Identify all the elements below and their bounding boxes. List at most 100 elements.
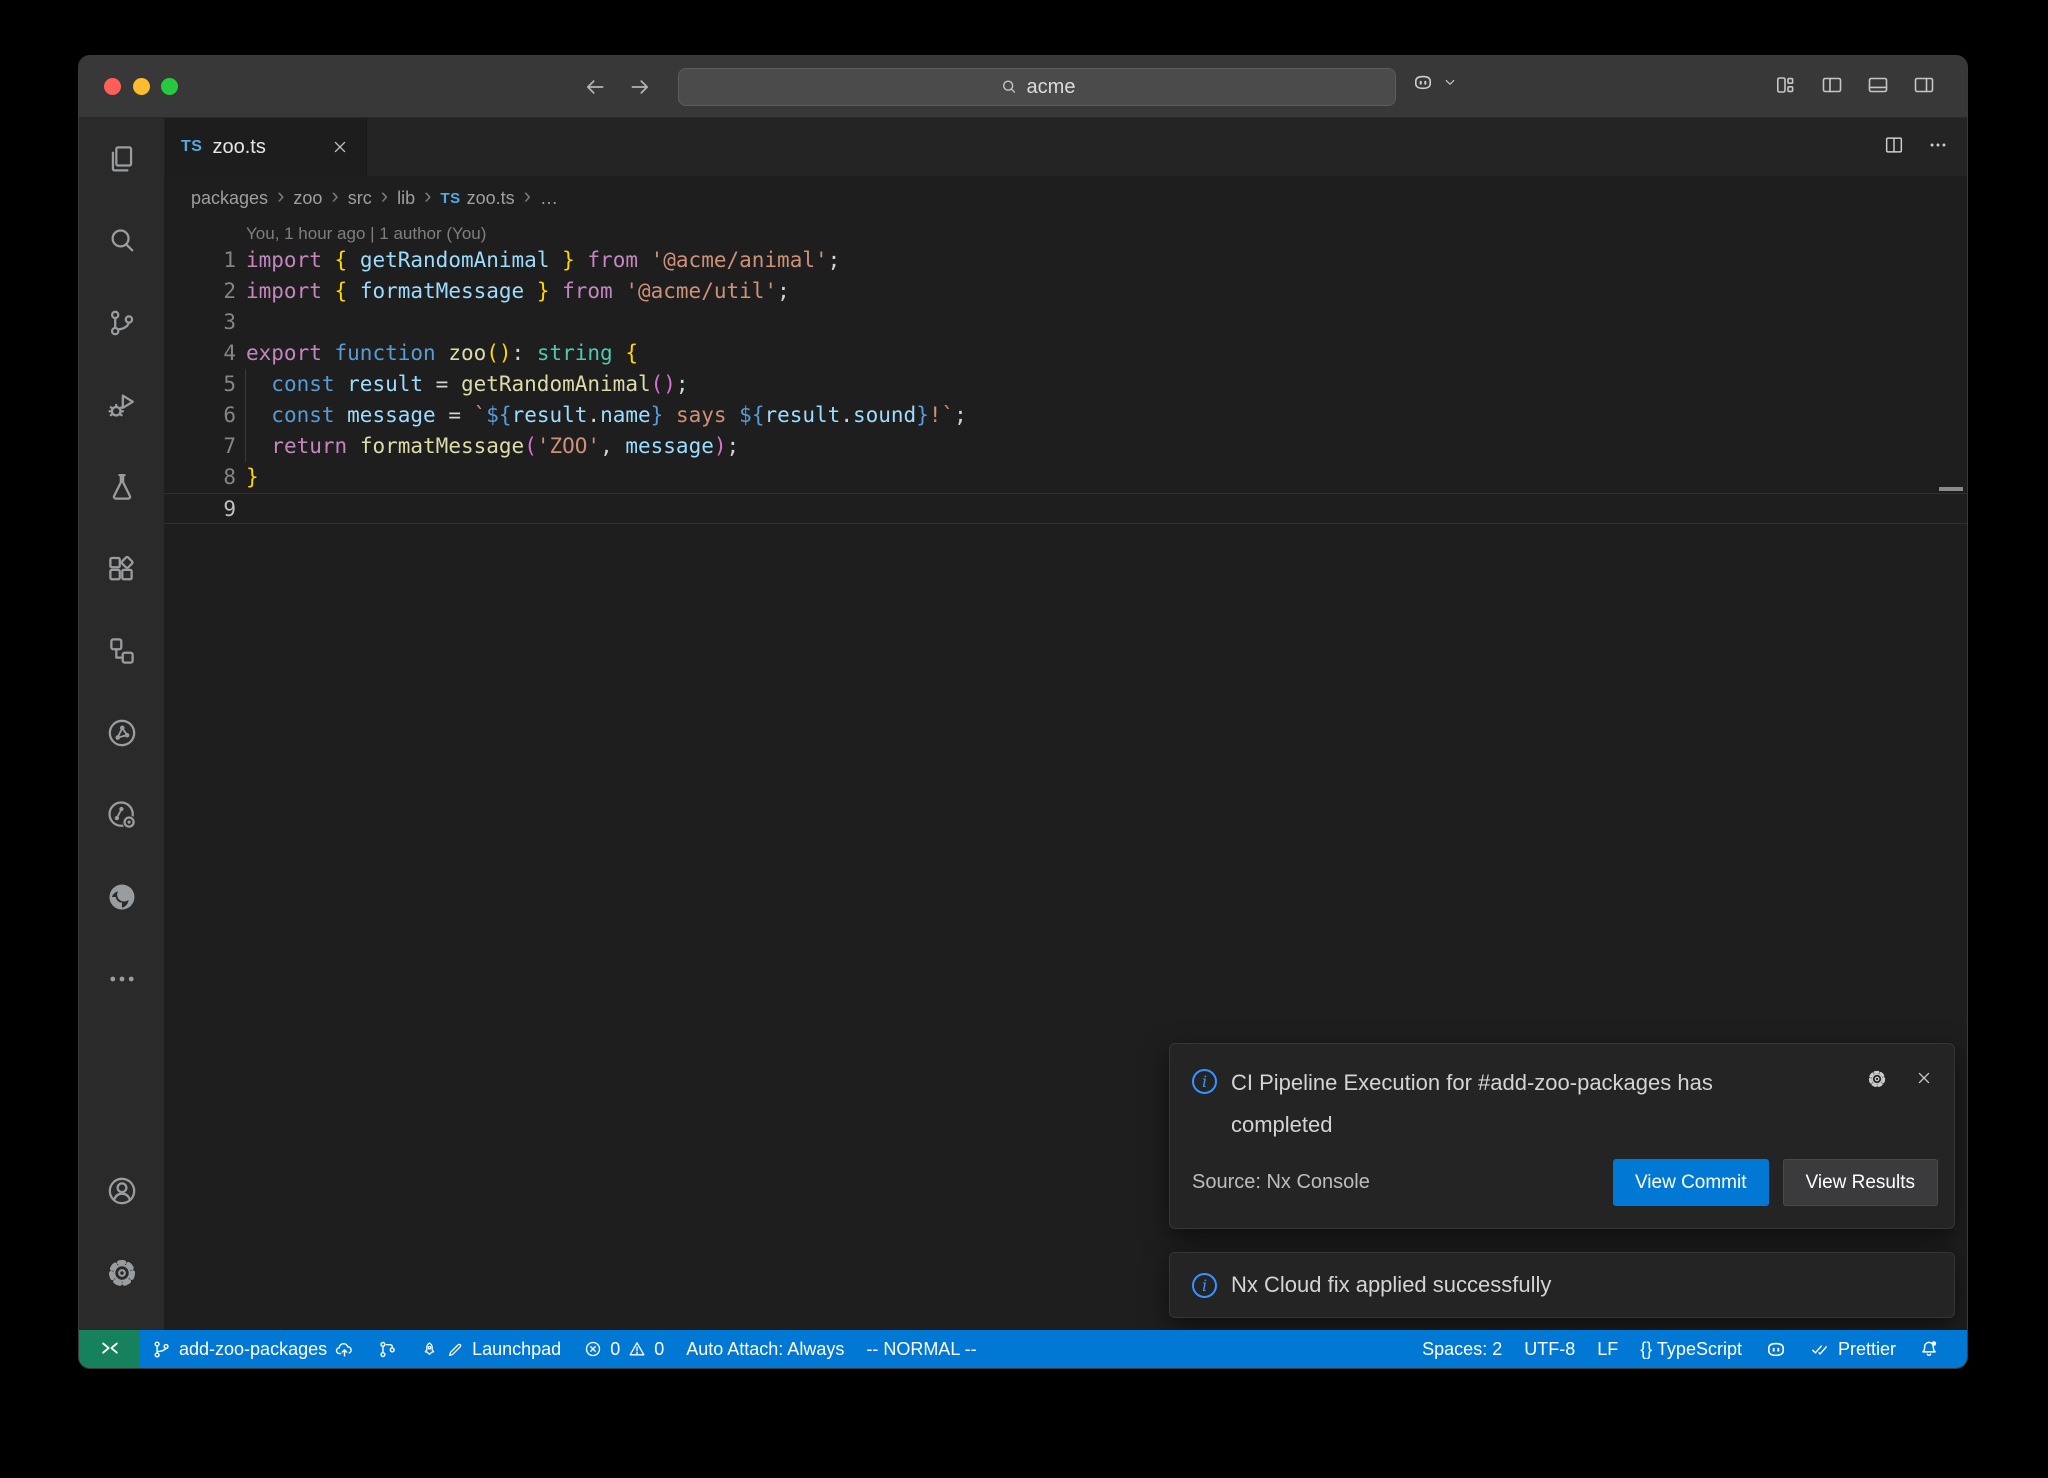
code-line-3[interactable]: 3 xyxy=(164,307,1967,338)
copilot-menu-button[interactable] xyxy=(1411,70,1459,99)
status-vim-mode-label: -- NORMAL -- xyxy=(866,1339,976,1360)
code-line-9[interactable]: 9 xyxy=(164,493,1967,524)
minimize-window-button[interactable] xyxy=(133,78,150,95)
notification-ci-pipeline: i CI Pipeline Execution for #add-zoo-pac… xyxy=(1169,1043,1955,1229)
search-value: acme xyxy=(1027,76,1076,99)
bell-dot-icon xyxy=(1918,1338,1940,1360)
view-commit-button[interactable]: View Commit xyxy=(1613,1159,1769,1206)
notification-source: Source: Nx Console xyxy=(1192,1171,1370,1194)
more-actions-button[interactable] xyxy=(1927,134,1949,161)
breadcrumb-item-lib[interactable]: lib xyxy=(397,188,415,209)
indent-guide xyxy=(245,369,246,462)
activity-item-settings[interactable] xyxy=(79,1232,164,1314)
notification-close-icon[interactable] xyxy=(1914,1068,1934,1095)
status-prettier-label: Prettier xyxy=(1838,1339,1896,1360)
status-problems-label: 0 xyxy=(610,1339,620,1360)
nx-circle-icon xyxy=(105,716,139,750)
toggle-primary-sidebar-button[interactable] xyxy=(1819,72,1845,98)
code-line-6[interactable]: 6 const message = `${result.name} says $… xyxy=(164,400,1967,431)
status-auto-attach[interactable]: Auto Attach: Always xyxy=(675,1330,855,1368)
activity-item-edge-tools[interactable] xyxy=(79,856,164,938)
activity-item-extensions[interactable] xyxy=(79,528,164,610)
split-editor-button[interactable] xyxy=(1883,134,1905,161)
activity-item-nx-console[interactable] xyxy=(79,692,164,774)
code-text: } xyxy=(246,462,259,493)
status-vim-mode[interactable]: -- NORMAL -- xyxy=(855,1330,987,1368)
command-center-search[interactable]: acme xyxy=(678,68,1396,106)
breadcrumb-label: src xyxy=(348,188,372,209)
status-indentation[interactable]: Spaces: 2 xyxy=(1411,1330,1513,1368)
warning-icon xyxy=(627,1339,647,1359)
activity-item-nx-cloud[interactable] xyxy=(79,774,164,856)
activity-item-accounts[interactable] xyxy=(79,1150,164,1232)
zoom-window-button[interactable] xyxy=(161,78,178,95)
edge-icon xyxy=(105,880,139,914)
close-window-button[interactable] xyxy=(104,78,121,95)
double-check-icon xyxy=(1810,1339,1831,1360)
activity-item-source-control[interactable] xyxy=(79,282,164,364)
status-eol[interactable]: LF xyxy=(1586,1330,1629,1368)
status-prettier[interactable]: Prettier xyxy=(1799,1330,1907,1368)
line-number: 5 xyxy=(164,369,236,400)
status-problems-label: 0 xyxy=(654,1339,664,1360)
layout-controls xyxy=(1773,72,1937,98)
breadcrumb-item-src[interactable]: src xyxy=(348,188,372,209)
code-text: return formatMessage('ZOO', message); xyxy=(246,431,739,462)
breadcrumb-item-zoo[interactable]: zoo xyxy=(293,188,322,209)
code-line-1[interactable]: 1import { getRandomAnimal } from '@acme/… xyxy=(164,245,1967,276)
status-language-mode[interactable]: {} TypeScript xyxy=(1629,1330,1753,1368)
status-remote[interactable] xyxy=(79,1330,140,1368)
vscode-window: acme TS zoo.ts packages›zoo›src›lib›TSzo… xyxy=(78,55,1968,1369)
typescript-file-icon: TS xyxy=(440,190,460,207)
breadcrumb-item-[interactable]: … xyxy=(540,188,558,209)
breadcrumb: packages›zoo›src›lib›TSzoo.ts›… xyxy=(164,176,1967,220)
search-icon xyxy=(105,224,139,258)
code-line-5[interactable]: 5 const result = getRandomAnimal(); xyxy=(164,369,1967,400)
breadcrumb-item-packages[interactable]: packages xyxy=(191,188,268,209)
code-line-7[interactable]: 7 return formatMessage('ZOO', message); xyxy=(164,431,1967,462)
status-git-branch[interactable]: add-zoo-packages xyxy=(140,1330,366,1368)
notification-nx-cloud-fix: i Nx Cloud fix applied successfully xyxy=(1169,1252,1955,1318)
git-graph-icon xyxy=(377,1339,398,1360)
tab-zoo-ts[interactable]: TS zoo.ts xyxy=(165,118,367,176)
breadcrumb-item-zoots[interactable]: TSzoo.ts xyxy=(440,188,514,209)
files-icon xyxy=(105,142,139,176)
account-icon xyxy=(105,1174,139,1208)
activity-item-testing[interactable] xyxy=(79,446,164,528)
status-problems[interactable]: 00 xyxy=(572,1330,675,1368)
toggle-secondary-sidebar-button[interactable] xyxy=(1911,72,1937,98)
rocket-icon xyxy=(420,1340,439,1359)
status-copilot[interactable] xyxy=(1753,1330,1799,1368)
ellipsis-icon xyxy=(105,962,139,996)
notification-settings-gear-icon[interactable] xyxy=(1866,1068,1888,1095)
toggle-panel-button[interactable] xyxy=(1865,72,1891,98)
customize-layout-button[interactable] xyxy=(1773,72,1799,98)
remote-icon xyxy=(99,1338,121,1360)
error-icon xyxy=(583,1339,603,1359)
status-notifications-bell[interactable] xyxy=(1907,1330,1951,1368)
code-line-8[interactable]: 8} xyxy=(164,462,1967,493)
view-results-button[interactable]: View Results xyxy=(1783,1159,1938,1206)
code-line-2[interactable]: 2import { formatMessage } from '@acme/ut… xyxy=(164,276,1967,307)
code-line-4[interactable]: 4export function zoo(): string { xyxy=(164,338,1967,369)
blame-annotation[interactable]: You, 1 hour ago | 1 author (You) xyxy=(246,224,486,244)
close-tab-icon[interactable] xyxy=(330,137,350,157)
line-number: 4 xyxy=(164,338,236,369)
activity-item-more-views[interactable] xyxy=(79,938,164,1020)
edit-icon xyxy=(446,1340,465,1359)
line-number: 2 xyxy=(164,276,236,307)
status-encoding[interactable]: UTF-8 xyxy=(1513,1330,1586,1368)
title-bar: acme xyxy=(79,56,1967,118)
activity-item-explorer[interactable] xyxy=(79,118,164,200)
status-language-mode-label: {} TypeScript xyxy=(1640,1339,1742,1360)
navigate-forward-button[interactable] xyxy=(625,72,655,102)
activity-item-run-and-debug[interactable] xyxy=(79,364,164,446)
activity-item-project-structure[interactable] xyxy=(79,610,164,692)
activity-item-search[interactable] xyxy=(79,200,164,282)
navigate-back-button[interactable] xyxy=(580,72,610,102)
info-icon: i xyxy=(1192,1273,1217,1298)
status-gitlens-launchpad[interactable]: Launchpad xyxy=(409,1330,572,1368)
search-icon xyxy=(999,77,1019,97)
breadcrumb-label: … xyxy=(540,188,558,209)
status-git-graph[interactable] xyxy=(366,1330,409,1368)
